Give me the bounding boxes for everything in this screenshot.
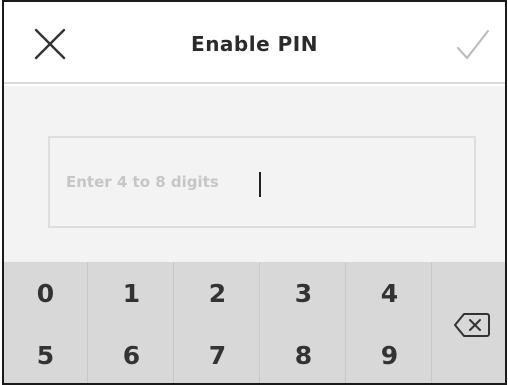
key-0[interactable]: 0 bbox=[4, 262, 88, 324]
key-2[interactable]: 2 bbox=[176, 262, 260, 324]
enable-pin-dialog: Enable PIN 0 1 2 3 4 5 6 7 8 9 bbox=[2, 0, 507, 385]
backspace-button[interactable] bbox=[434, 262, 505, 383]
key-8[interactable]: 8 bbox=[262, 324, 346, 383]
key-4[interactable]: 4 bbox=[348, 262, 432, 324]
key-7[interactable]: 7 bbox=[176, 324, 260, 383]
dialog-header: Enable PIN bbox=[4, 2, 505, 84]
dialog-title: Enable PIN bbox=[191, 32, 318, 56]
key-1[interactable]: 1 bbox=[90, 262, 174, 324]
text-cursor bbox=[259, 172, 261, 197]
key-5[interactable]: 5 bbox=[4, 324, 88, 383]
key-9[interactable]: 9 bbox=[348, 324, 432, 383]
pin-field-box[interactable] bbox=[48, 136, 476, 228]
numeric-keypad: 0 1 2 3 4 5 6 7 8 9 bbox=[4, 262, 505, 383]
confirm-button[interactable] bbox=[455, 28, 491, 64]
key-3[interactable]: 3 bbox=[262, 262, 346, 324]
backspace-icon bbox=[453, 312, 490, 337]
key-6[interactable]: 6 bbox=[90, 324, 174, 383]
checkmark-icon bbox=[456, 29, 490, 60]
pin-input[interactable] bbox=[66, 138, 461, 226]
pin-entry-area bbox=[4, 86, 505, 262]
